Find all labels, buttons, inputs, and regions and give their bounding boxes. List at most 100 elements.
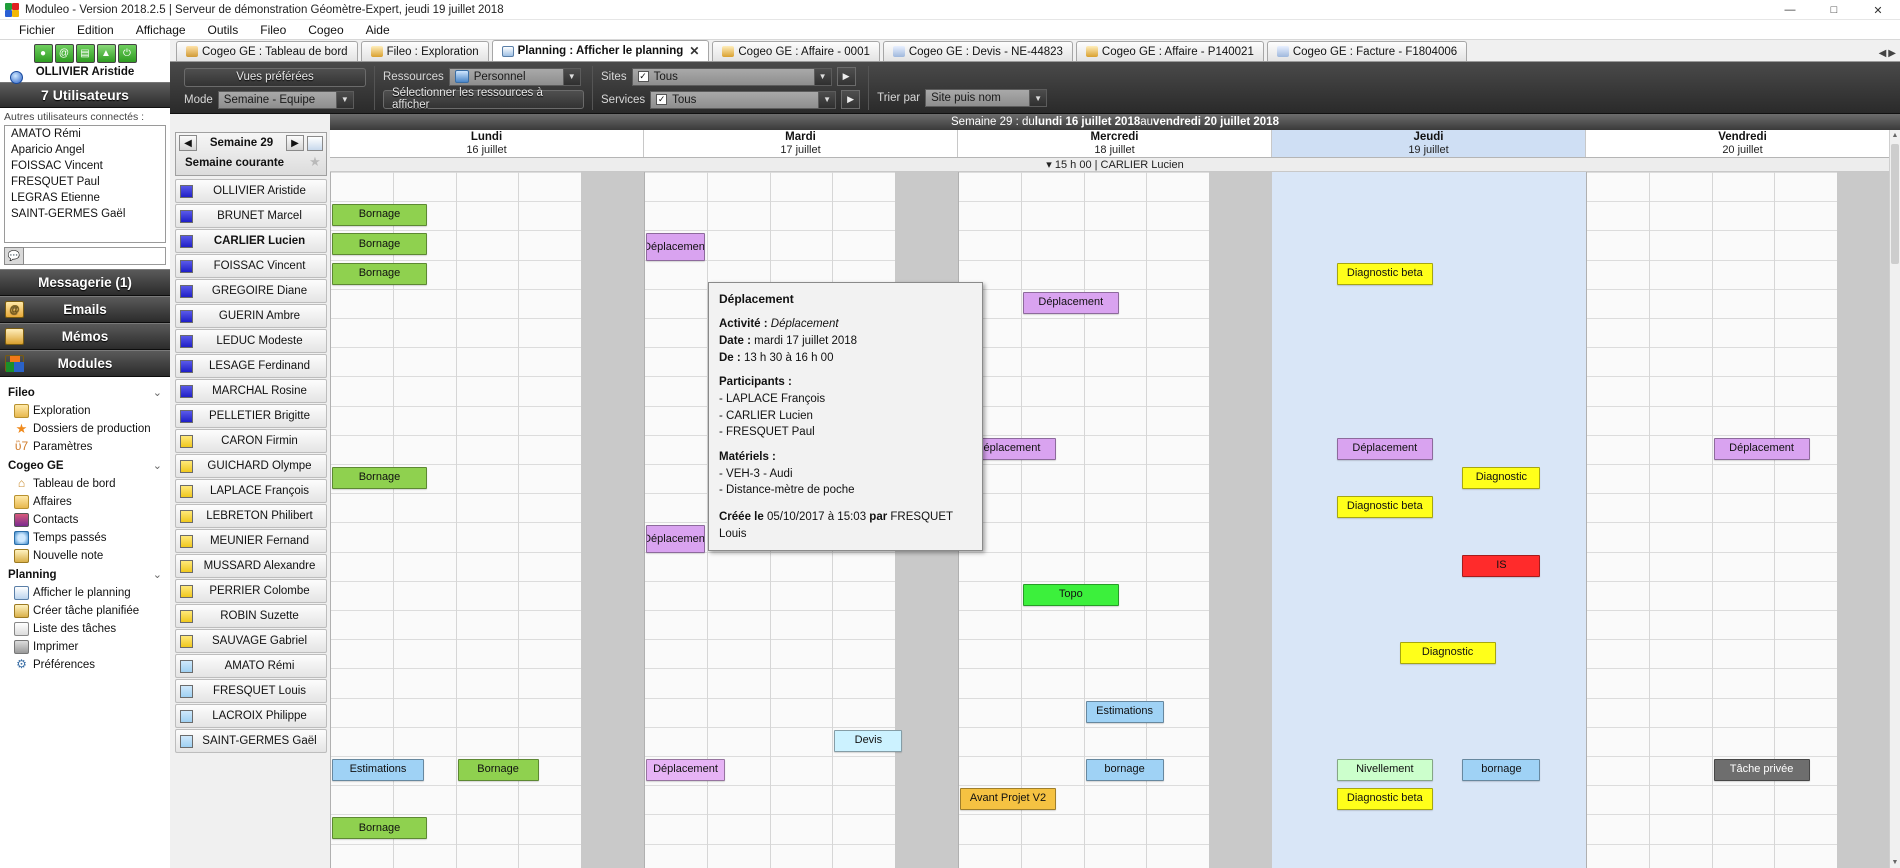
chevron-down-icon[interactable]: ⌄ [153,459,162,472]
map-icon[interactable]: ▲ [97,44,116,63]
planning-event[interactable]: Déplacement [646,759,725,781]
tab-prev-icon[interactable]: ◀ [1879,48,1887,59]
scroll-down-icon[interactable]: ▼ [1890,857,1900,868]
planning-event[interactable]: Bornage [458,759,539,781]
planning-event[interactable]: Bornage [332,204,427,226]
sidebar-item-param-tres[interactable]: ὒ7Paramètres [0,438,170,456]
next-week-button[interactable]: ▶ [286,135,304,151]
sort-select[interactable]: Site puis nom ▼ [925,89,1047,107]
connected-users-list[interactable]: AMATO RémiAparicio AngelFOISSAC VincentF… [4,125,166,243]
resource-row[interactable]: ROBIN Suzette [175,604,327,628]
planning-event[interactable]: bornage [1086,759,1164,781]
resource-row[interactable]: LACROIX Philippe [175,704,327,728]
resources-select[interactable]: Personnel ▼ [449,68,581,86]
at-icon[interactable]: @ [55,44,74,63]
tab-next-icon[interactable]: ▶ [1888,48,1896,59]
tab-cogeo-ge-affaire-p140021[interactable]: Cogeo GE : Affaire - P140021 [1076,41,1264,61]
planning-event[interactable]: Topo [1023,584,1119,606]
module-group-fileo[interactable]: Fileo⌄ [0,383,170,402]
planning-event[interactable]: Déplacement [1714,438,1810,460]
planning-event[interactable]: Diagnostic [1400,642,1496,664]
planning-event[interactable]: Diagnostic beta [1337,263,1433,285]
panel-button-m-mos[interactable]: Mémos [0,323,170,350]
connected-user-item[interactable]: FRESQUET Paul [5,174,165,190]
resource-row[interactable]: SAINT-GERMES Gaël [175,729,327,753]
sidebar-item-nouvelle-note[interactable]: Nouvelle note [0,547,170,565]
close-button[interactable]: ✕ [1856,0,1900,20]
sidebar-item-imprimer[interactable]: Imprimer [0,638,170,656]
tab-planning-afficher-le-planning[interactable]: Planning : Afficher le planning✕ [492,40,710,61]
menu-item-fichier[interactable]: Fichier [8,21,66,39]
calendar-picker-icon[interactable] [307,136,323,151]
current-week-button[interactable]: Semaine courante [179,157,284,169]
services-expand-icon[interactable]: ▶ [841,90,860,109]
planning-event[interactable]: Déplacement [646,233,705,261]
resource-row[interactable]: CARLIER Lucien [175,229,327,253]
resource-row[interactable]: CARON Firmin [175,429,327,453]
planning-event[interactable]: Diagnostic beta [1337,788,1433,810]
scroll-up-icon[interactable]: ▲ [1890,130,1900,141]
resource-row[interactable]: LESAGE Ferdinand [175,354,327,378]
resource-row[interactable]: SAUVAGE Gabriel [175,629,327,653]
panel-button-modules[interactable]: Modules [0,350,170,377]
prev-week-button[interactable]: ◀ [179,135,197,151]
day-total-bar[interactable]: ▾ 15 h 00 | CARLIER Lucien [330,158,1900,172]
chevron-down-icon[interactable]: ⌄ [153,386,162,399]
tab-cogeo-ge-affaire-0001[interactable]: Cogeo GE : Affaire - 0001 [712,41,879,61]
planning-event[interactable]: IS [1462,555,1540,577]
power-icon[interactable]: ⏻ [118,44,137,63]
resource-row[interactable]: LEDUC Modeste [175,329,327,353]
menu-item-cogeo[interactable]: Cogeo [297,21,354,39]
menu-item-affichage[interactable]: Affichage [125,21,197,39]
planning-event[interactable]: Devis [834,730,902,752]
planning-event[interactable]: Estimations [1086,701,1164,723]
menu-item-fileo[interactable]: Fileo [249,21,297,39]
menu-item-aide[interactable]: Aide [355,21,401,39]
services-select[interactable]: ✓ Tous ▼ [650,91,836,109]
close-icon[interactable]: ✕ [689,44,699,58]
day-header-jeudi[interactable]: Jeudi19 juillet [1272,130,1586,157]
planning-event[interactable]: Diagnostic [1462,467,1540,489]
sidebar-item-liste-des-t-ches[interactable]: Liste des tâches [0,620,170,638]
planning-event[interactable]: Bornage [332,817,427,839]
module-group-cogeo-ge[interactable]: Cogeo GE⌄ [0,456,170,475]
resource-row[interactable]: GUERIN Ambre [175,304,327,328]
checkbox-icon[interactable]: ✓ [638,71,649,82]
tab-fileo-exploration[interactable]: Fileo : Exploration [361,41,489,61]
menu-item-edition[interactable]: Edition [66,21,125,39]
sidebar-item-affaires[interactable]: Affaires [0,493,170,511]
maximize-button[interactable]: □ [1812,0,1856,20]
sidebar-item-cr-er-t-che-planifi-e[interactable]: Créer tâche planifiée [0,602,170,620]
planning-event[interactable]: Déplacement [1337,438,1433,460]
message-input[interactable] [24,247,166,265]
vertical-scrollbar[interactable]: ▲ ▼ [1889,130,1900,868]
resource-row[interactable]: GREGOIRE Diane [175,279,327,303]
connected-user-item[interactable]: FOISSAC Vincent [5,158,165,174]
menu-item-outils[interactable]: Outils [197,21,250,39]
connected-user-item[interactable]: Aparicio Angel [5,142,165,158]
chevron-down-icon[interactable]: ▼ [818,92,835,108]
minimize-button[interactable]: — [1768,0,1812,20]
tab-nav[interactable]: ◀ ▶ [1879,48,1896,59]
connected-user-item[interactable]: SAINT-GERMES Gaël [5,206,165,222]
chevron-down-icon[interactable]: ▼ [1029,90,1046,106]
panel-button-messagerie[interactable]: Messagerie (1) [0,269,170,296]
resource-row[interactable]: PERRIER Colombe [175,579,327,603]
grid-body[interactable]: Déplacement Activité : Déplacement Date … [330,172,1900,868]
scrollbar-thumb[interactable] [1891,144,1899,264]
resource-row[interactable]: FOISSAC Vincent [175,254,327,278]
planning-event[interactable]: Diagnostic beta [1337,496,1433,518]
sidebar-item-dossiers-de-production[interactable]: ★Dossiers de production [0,420,170,438]
day-header-lundi[interactable]: Lundi16 juillet [330,130,644,157]
planning-event[interactable]: bornage [1462,759,1540,781]
chat-icon[interactable]: 💬 [4,247,24,265]
resource-row[interactable]: LAPLACE François [175,479,327,503]
connected-user-item[interactable]: LEGRAS Etienne [5,190,165,206]
chevron-down-icon[interactable]: ▼ [814,69,831,85]
favorite-star-icon[interactable]: ★ [307,155,323,170]
planning-event[interactable]: Tâche privée [1714,759,1810,781]
select-resources-button[interactable]: Sélectionner les ressources à afficher [383,90,584,109]
planning-event[interactable]: Bornage [332,263,427,285]
sidebar-item-exploration[interactable]: Exploration [0,402,170,420]
day-header-mardi[interactable]: Mardi17 juillet [644,130,958,157]
